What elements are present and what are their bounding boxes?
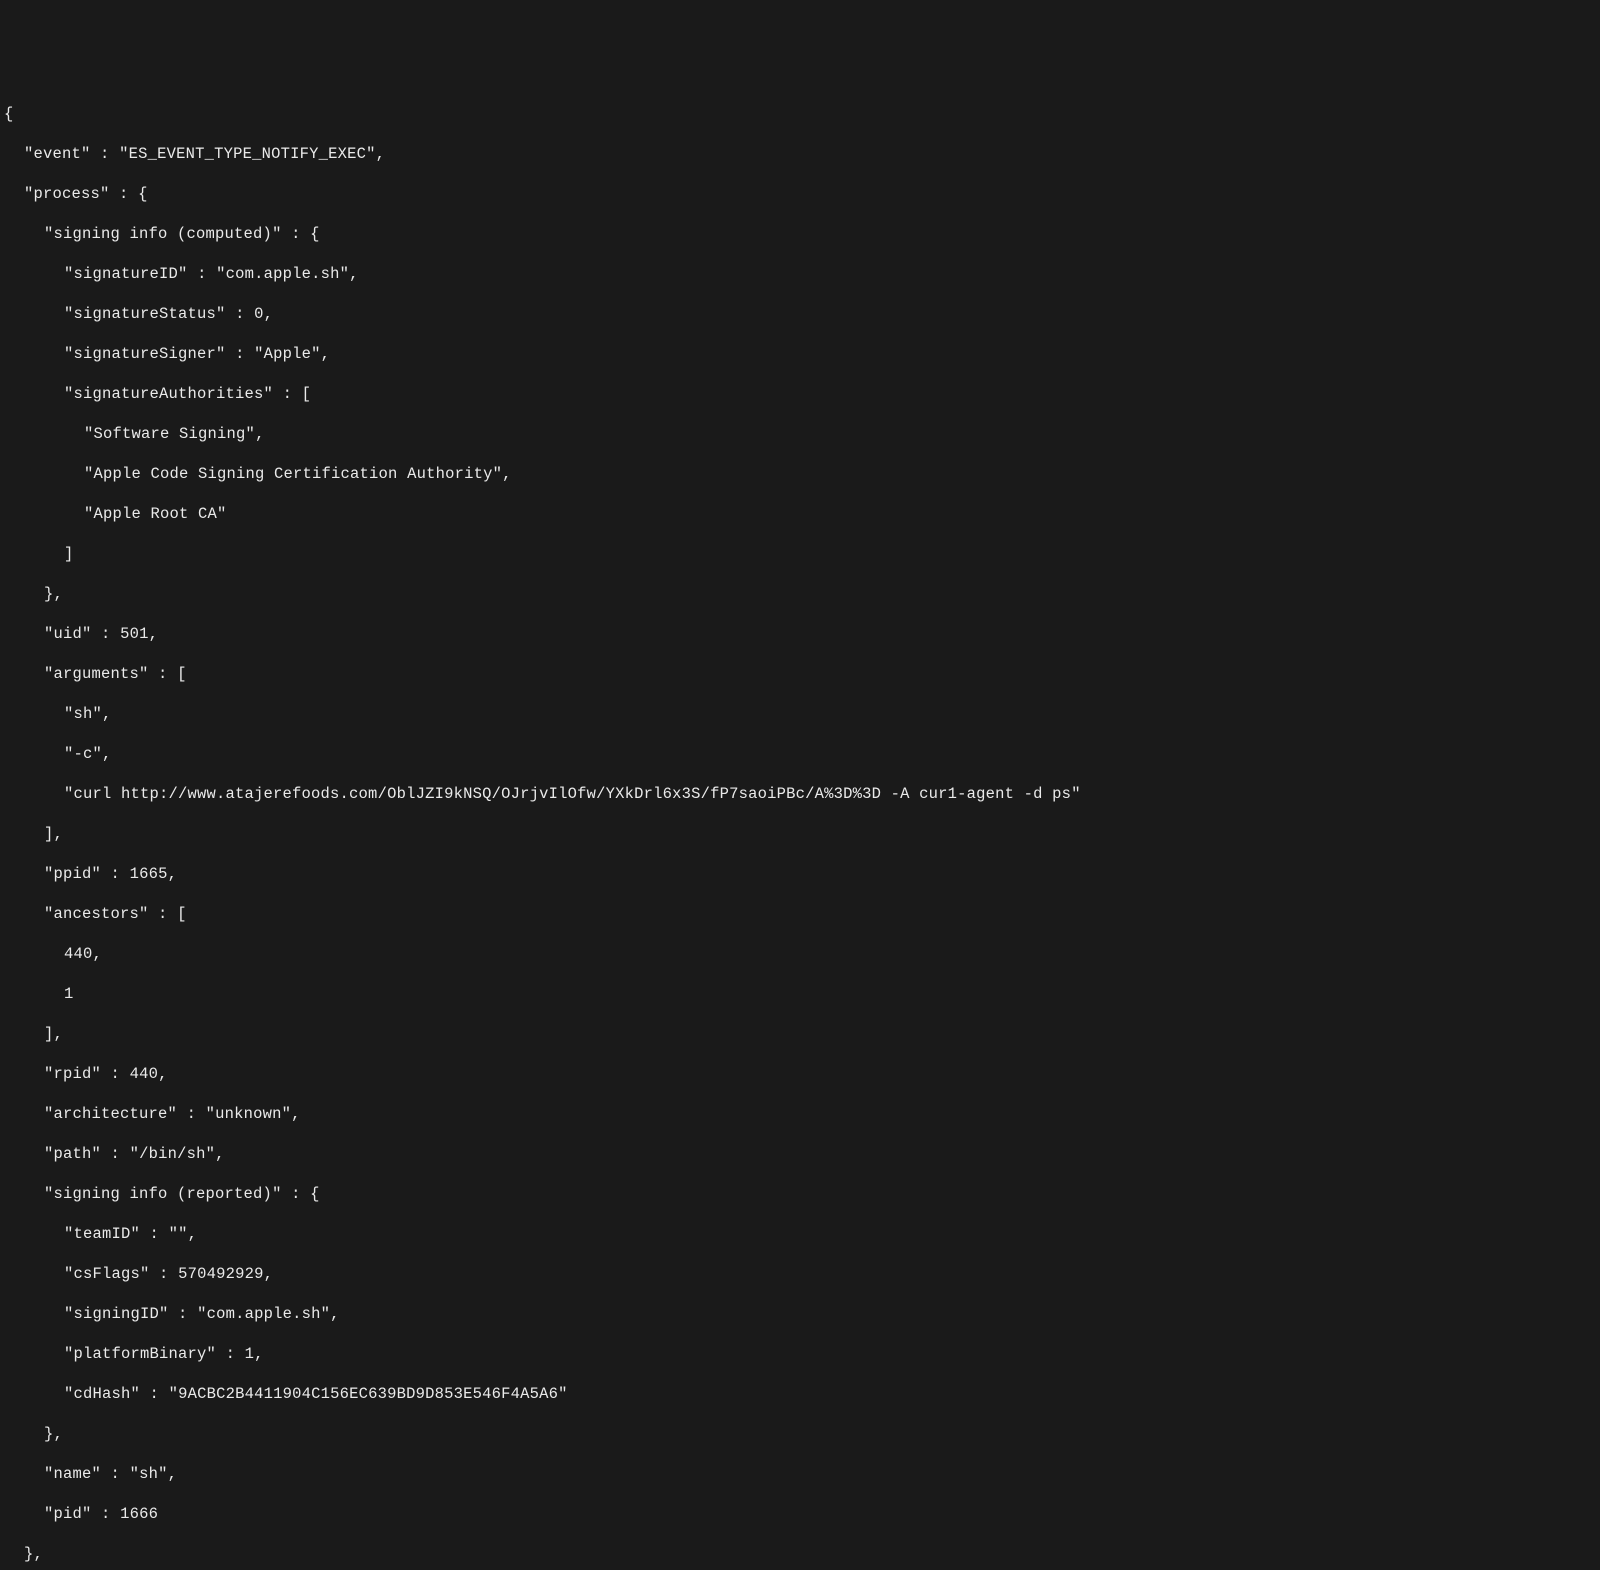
json-line: },	[4, 584, 1600, 604]
json-line: "signing info (computed)" : {	[4, 224, 1600, 244]
json-line: 440,	[4, 944, 1600, 964]
json-line: "curl http://www.atajerefoods.com/OblJZI…	[4, 784, 1600, 804]
json-line: "architecture" : "unknown",	[4, 1104, 1600, 1124]
json-line: "cdHash" : "9ACBC2B4411904C156EC639BD9D8…	[4, 1384, 1600, 1404]
json-line: "Apple Code Signing Certification Author…	[4, 464, 1600, 484]
json-line: "pid" : 1666	[4, 1504, 1600, 1524]
json-line: ],	[4, 824, 1600, 844]
json-line: "signatureStatus" : 0,	[4, 304, 1600, 324]
json-line: "signatureSigner" : "Apple",	[4, 344, 1600, 364]
json-line: "signing info (reported)" : {	[4, 1184, 1600, 1204]
json-line: ]	[4, 544, 1600, 564]
json-line: "sh",	[4, 704, 1600, 724]
json-line: 1	[4, 984, 1600, 1004]
json-line: "teamID" : "",	[4, 1224, 1600, 1244]
json-line: "ppid" : 1665,	[4, 864, 1600, 884]
json-line: "signingID" : "com.apple.sh",	[4, 1304, 1600, 1324]
json-line: "-c",	[4, 744, 1600, 764]
json-line: },	[4, 1424, 1600, 1444]
json-line: ],	[4, 1024, 1600, 1044]
json-line: "ancestors" : [	[4, 904, 1600, 924]
json-line: {	[4, 104, 1600, 124]
json-line: "rpid" : 440,	[4, 1064, 1600, 1084]
json-line: "uid" : 501,	[4, 624, 1600, 644]
json-output: { "event" : "ES_EVENT_TYPE_NOTIFY_EXEC",…	[4, 84, 1600, 1570]
json-line: "path" : "/bin/sh",	[4, 1144, 1600, 1164]
json-line: "platformBinary" : 1,	[4, 1344, 1600, 1364]
json-line: "csFlags" : 570492929,	[4, 1264, 1600, 1284]
json-line: "signatureAuthorities" : [	[4, 384, 1600, 404]
json-line: },	[4, 1544, 1600, 1564]
json-line: "signatureID" : "com.apple.sh",	[4, 264, 1600, 284]
json-line: "Software Signing",	[4, 424, 1600, 444]
json-line: "Apple Root CA"	[4, 504, 1600, 524]
json-line: "process" : {	[4, 184, 1600, 204]
json-line: "arguments" : [	[4, 664, 1600, 684]
json-line: "name" : "sh",	[4, 1464, 1600, 1484]
json-line: "event" : "ES_EVENT_TYPE_NOTIFY_EXEC",	[4, 144, 1600, 164]
